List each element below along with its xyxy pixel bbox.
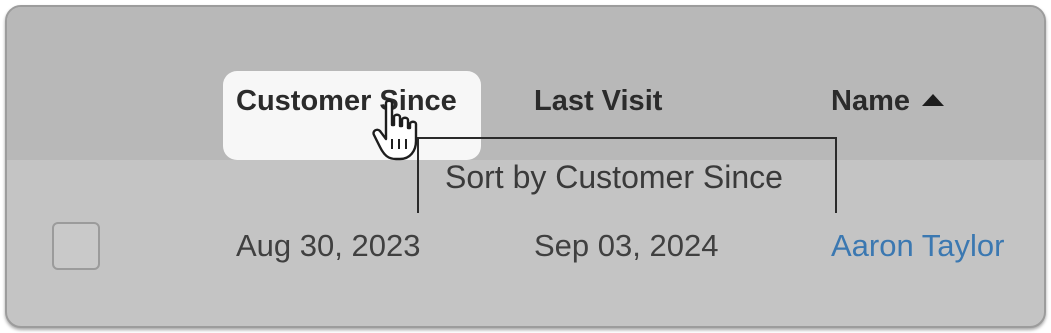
table-panel: Customer Since Last Visit Name Sort by C… — [5, 5, 1046, 328]
cell-customer-since: Aug 30, 2023 — [236, 228, 421, 263]
hand-pointer-icon — [372, 99, 418, 161]
row-select-checkbox[interactable] — [52, 222, 100, 270]
cell-name-link[interactable]: Aaron Taylor — [831, 228, 1004, 264]
cell-last-visit: Sep 03, 2024 — [534, 228, 719, 263]
sort-tooltip: Sort by Customer Since — [445, 159, 783, 195]
